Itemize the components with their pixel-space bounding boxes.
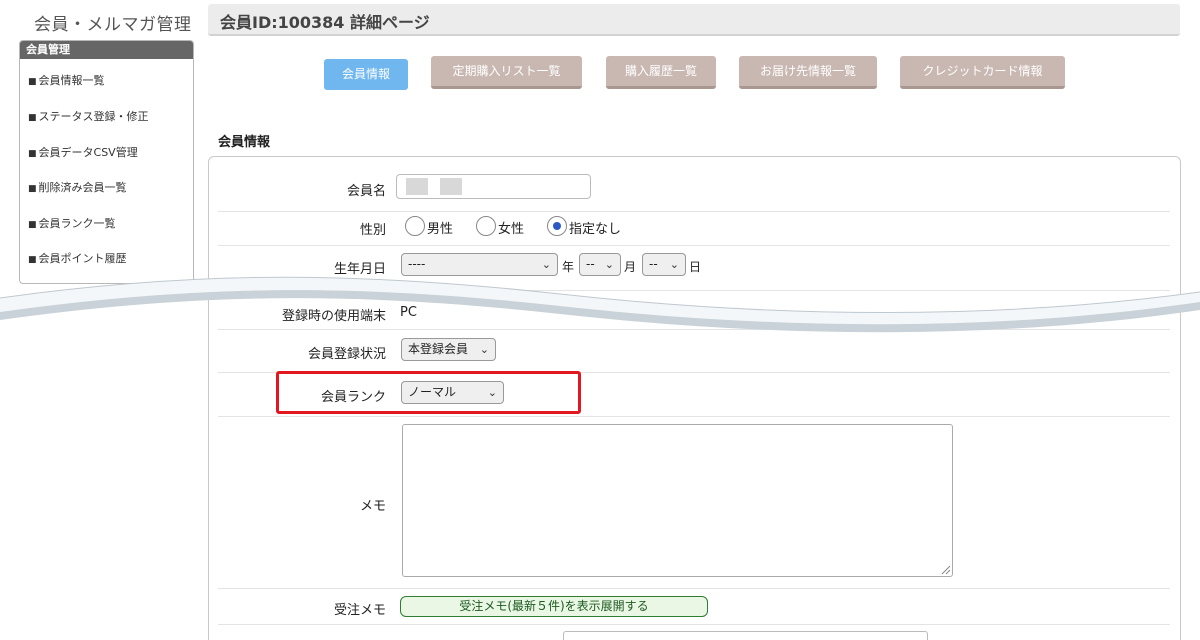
bullet-icon: ■ xyxy=(28,220,37,230)
sidebar-item-deleted[interactable]: ■ 削除済み会員一覧 xyxy=(28,179,127,195)
name-label: 会員名 xyxy=(346,184,386,199)
sidebar-item-rank-list[interactable]: ■ 会員ランク一覧 xyxy=(28,215,116,231)
sidebar-item-label: ステータス登録・修正 xyxy=(38,110,149,123)
gender-radio-unspecified[interactable] xyxy=(547,216,567,236)
gender-option-label: 女性 xyxy=(498,222,525,237)
sidebar-item-member-list[interactable]: ■ 会員情報一覧 xyxy=(28,72,105,88)
gender-radio-female[interactable] xyxy=(476,216,496,236)
divider xyxy=(218,624,1170,625)
sidebar-item-label: 削除済み会員一覧 xyxy=(38,181,127,194)
divider xyxy=(218,211,1170,212)
page-header: 会員ID:100384 詳細ページ xyxy=(208,4,1180,36)
sidebar: 会員管理 ■ 会員情報一覧 ■ ステータス登録・修正 ■ 会員データCSV管理 ■ 削除… xyxy=(19,40,194,284)
gender-radio-male[interactable] xyxy=(405,216,425,236)
bullet-icon: ■ xyxy=(28,113,37,123)
select-value: 本登録会員 xyxy=(408,342,469,356)
memo-label: メモ xyxy=(359,499,386,514)
device-label: 登録時の使用端末 xyxy=(281,309,386,324)
chevron-down-icon: ⌄ xyxy=(479,343,489,356)
order-memo-label: 受注メモ xyxy=(333,603,386,618)
resize-grip-icon[interactable] xyxy=(940,564,951,575)
sidebar-heading: 会員管理 xyxy=(20,41,193,59)
status-label: 会員登録状況 xyxy=(307,347,386,362)
sidebar-item-label: 会員情報一覧 xyxy=(38,74,105,87)
status-select[interactable]: 本登録会員 ⌄ xyxy=(401,338,496,361)
tab-purchase-history[interactable]: 購入履歴一覧 xyxy=(606,56,716,89)
bullet-icon: ■ xyxy=(28,149,37,159)
highlight-box xyxy=(276,371,581,414)
tab-delivery-addresses[interactable]: お届け先情報一覧 xyxy=(739,56,877,89)
tab-member-info[interactable]: 会員情報 xyxy=(324,59,408,90)
tab-credit-card[interactable]: クレジットカード情報 xyxy=(900,56,1065,89)
expand-order-memo-button[interactable]: 受注メモ(最新５件)を表示展開する xyxy=(400,596,708,617)
section-title: 会員情報 xyxy=(218,135,271,150)
sidebar-item-csv[interactable]: ■ 会員データCSV管理 xyxy=(28,144,138,160)
page-title: 会員ID:100384 詳細ページ xyxy=(220,13,430,32)
bullet-icon: ■ xyxy=(28,184,37,194)
redacted-text xyxy=(440,178,462,195)
divider xyxy=(218,245,1170,246)
gender-label: 性別 xyxy=(359,223,386,238)
divider xyxy=(218,588,1170,589)
gender-option-label: 男性 xyxy=(427,222,454,237)
gender-option-label: 指定なし xyxy=(569,222,622,237)
bullet-icon: ■ xyxy=(28,77,37,87)
app-title: 会員・メルマガ管理 xyxy=(34,15,192,35)
redacted-text xyxy=(406,178,428,195)
divider xyxy=(218,416,1170,417)
device-value: PC xyxy=(400,305,417,320)
memo-textarea[interactable] xyxy=(402,424,953,577)
sidebar-item-label: 会員ランク一覧 xyxy=(38,217,116,230)
page-break-wave xyxy=(0,276,1200,333)
partial-input[interactable] xyxy=(563,631,928,640)
tab-subscription-list[interactable]: 定期購入リスト一覧 xyxy=(431,56,582,89)
sidebar-item-label: 会員データCSV管理 xyxy=(38,146,138,159)
sidebar-item-status-edit[interactable]: ■ ステータス登録・修正 xyxy=(28,108,149,124)
